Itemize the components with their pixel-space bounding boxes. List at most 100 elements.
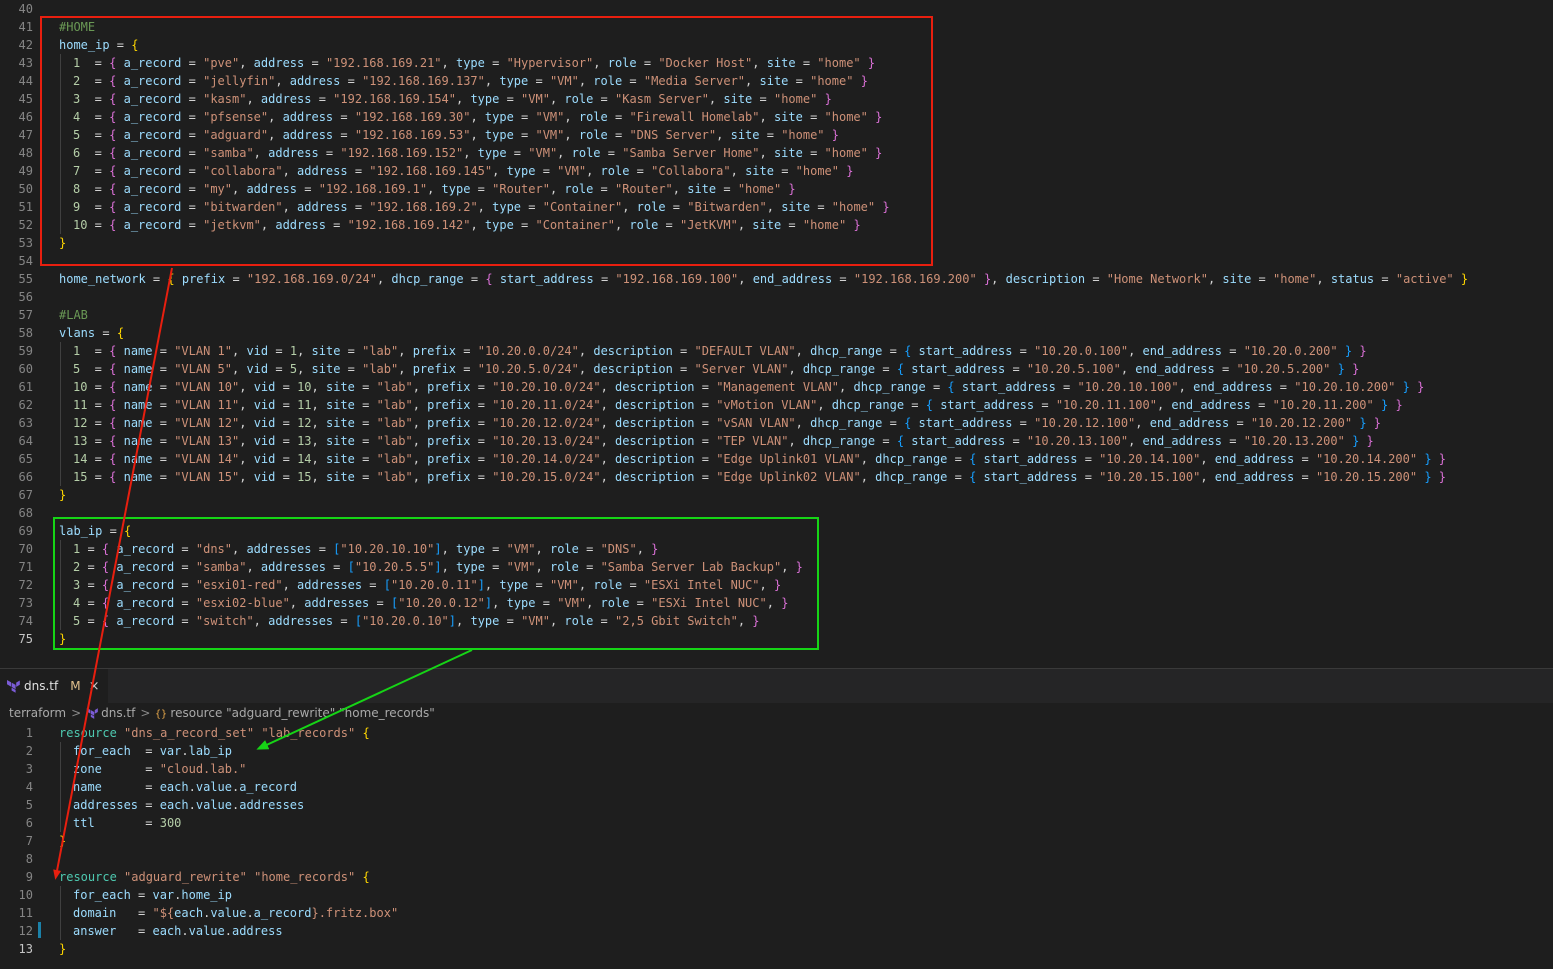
code-token: = bbox=[340, 362, 363, 376]
code-line[interactable]: 65 14 = { name = "VLAN 14", vid = 14, sit… bbox=[0, 450, 1553, 468]
code-token: zone bbox=[73, 762, 102, 776]
code-line[interactable]: 64 13 = { name = "VLAN 13", vid = 13, sit… bbox=[0, 432, 1553, 450]
code-token: 10 bbox=[73, 380, 88, 394]
code-token: = bbox=[456, 344, 478, 358]
code-token: . bbox=[188, 798, 196, 812]
code-line[interactable]: 10 for_each = var.home_ip bbox=[0, 886, 1553, 904]
code-line[interactable]: 12 answer = each.value.address bbox=[0, 922, 1553, 940]
code-line[interactable]: 58 vlans = { bbox=[0, 324, 1553, 342]
code-token: "vMotion VLAN" bbox=[716, 398, 818, 412]
breadcrumb-folder[interactable]: terraform bbox=[9, 704, 66, 722]
code-line[interactable]: 6 ttl = 300 bbox=[0, 814, 1553, 832]
code-token: , bbox=[817, 398, 832, 412]
code-token: = bbox=[1229, 416, 1251, 430]
line-number: 67 bbox=[18, 488, 33, 502]
code-token: value bbox=[188, 924, 225, 938]
line-number: 58 bbox=[18, 326, 33, 340]
code-token: 300 bbox=[159, 816, 182, 830]
code-token: = bbox=[152, 344, 175, 358]
code-token: prefix bbox=[427, 434, 471, 448]
code-token: "10.20.10.100" bbox=[1077, 380, 1179, 394]
code-token: description bbox=[593, 344, 673, 358]
indent-guide bbox=[60, 342, 61, 486]
code-line[interactable]: 3 zone = "cloud.lab." bbox=[0, 760, 1553, 778]
code-token: = bbox=[672, 362, 695, 376]
close-icon[interactable]: × bbox=[89, 679, 100, 694]
code-line[interactable]: 4 name = each.value.a_record bbox=[0, 778, 1553, 796]
code-line[interactable]: 66 15 = { name = "VLAN 15", vid = 15, sit… bbox=[0, 468, 1553, 486]
code-line[interactable]: 9 resource "adguard_rewrite" "home_record… bbox=[0, 868, 1553, 886]
code-token: 15 bbox=[297, 470, 312, 484]
code-line[interactable]: 62 11 = { name = "VLAN 11", vid = 11, sit… bbox=[0, 396, 1553, 414]
code-token: = bbox=[275, 416, 298, 430]
line-number: 50 bbox=[18, 182, 33, 196]
code-token: , bbox=[738, 272, 753, 286]
code-token: dhcp_range bbox=[810, 344, 883, 358]
code-token: , bbox=[412, 398, 428, 412]
code-token: description bbox=[593, 362, 673, 376]
code-line[interactable]: 7} bbox=[0, 832, 1553, 850]
code-token: { bbox=[896, 434, 905, 448]
code-token: , bbox=[376, 272, 392, 286]
code-line[interactable]: 56 bbox=[0, 288, 1553, 306]
breadcrumb-file[interactable]: dns.tf bbox=[101, 704, 135, 722]
code-token: 12 bbox=[73, 416, 88, 430]
code-line[interactable]: 11 domain = "${each.value.a_record}.fritz… bbox=[0, 904, 1553, 922]
indent-guide bbox=[60, 54, 61, 234]
code-token: "10.20.14.0/24" bbox=[492, 452, 601, 466]
code-token: , bbox=[412, 434, 428, 448]
code-token: , bbox=[600, 380, 616, 394]
code-line[interactable]: 2 for_each = var.lab_ip bbox=[0, 742, 1553, 760]
breadcrumb-symbol[interactable]: resource "adguard_rewrite" "home_records… bbox=[170, 704, 434, 722]
code-token: } bbox=[1424, 452, 1432, 466]
code-token: = bbox=[87, 470, 110, 484]
code-token: , bbox=[232, 344, 247, 358]
code-line[interactable]: 59 1 = { name = "VLAN 1", vid = 1, site =… bbox=[0, 342, 1553, 360]
code-line[interactable]: 57 #LAB bbox=[0, 306, 1553, 324]
code-line[interactable]: 61 10 = { name = "VLAN 10", vid = 10, sit… bbox=[0, 378, 1553, 396]
code-token: "adguard_rewrite" bbox=[124, 870, 247, 884]
code-token: dhcp_range bbox=[853, 380, 926, 394]
code-token: = bbox=[87, 434, 110, 448]
code-token: = bbox=[882, 416, 905, 430]
code-line[interactable]: 67} bbox=[0, 486, 1553, 504]
code-line[interactable]: 55 home_network = { prefix = "192.168.169… bbox=[0, 270, 1553, 288]
code-token: "lab_records" bbox=[261, 726, 356, 740]
line-number: 70 bbox=[18, 542, 33, 556]
code-token: = bbox=[1251, 272, 1273, 286]
code-token: description bbox=[615, 452, 695, 466]
tab-dns-tf[interactable]: dns.tf M × bbox=[0, 669, 108, 703]
code-line[interactable]: 5 addresses = each.value.addresses bbox=[0, 796, 1553, 814]
code-text: home_network = { prefix = "192.168.169.0… bbox=[59, 270, 1468, 288]
code-token: each bbox=[159, 798, 189, 812]
code-text: domain = "${each.value.a_record}.fritz.b… bbox=[59, 904, 398, 922]
code-token: = bbox=[1222, 434, 1244, 448]
code-token: name bbox=[123, 380, 153, 394]
line-number: 8 bbox=[25, 852, 33, 866]
code-token: = bbox=[694, 416, 717, 430]
code-line[interactable]: 63 12 = { name = "VLAN 12", vid = 12, sit… bbox=[0, 414, 1553, 432]
code-token: prefix bbox=[427, 452, 471, 466]
code-token: "10.20.15.100" bbox=[1099, 470, 1201, 484]
code-token: } bbox=[1438, 452, 1447, 466]
code-line[interactable]: 8 bbox=[0, 850, 1553, 868]
code-token: a_record bbox=[239, 780, 297, 794]
code-token: , bbox=[311, 434, 326, 448]
code-token: site bbox=[325, 452, 355, 466]
code-line[interactable]: 13} bbox=[0, 940, 1553, 958]
code-token: description bbox=[1005, 272, 1086, 286]
code-line[interactable]: 1 resource "dns_a_record_set" "lab_record… bbox=[0, 724, 1553, 742]
code-token: "lab" bbox=[376, 434, 413, 448]
line-number: 68 bbox=[18, 506, 33, 520]
code-line[interactable]: 60 5 = { name = "VLAN 5", vid = 5, site =… bbox=[0, 360, 1553, 378]
code-token: = bbox=[875, 434, 897, 448]
code-token: 13 bbox=[297, 434, 312, 448]
code-text: for_each = var.home_ip bbox=[59, 886, 232, 904]
code-text: 14 = { name = "VLAN 14", vid = 14, site … bbox=[59, 450, 1446, 468]
code-token: "10.20.5.100" bbox=[1026, 362, 1121, 376]
